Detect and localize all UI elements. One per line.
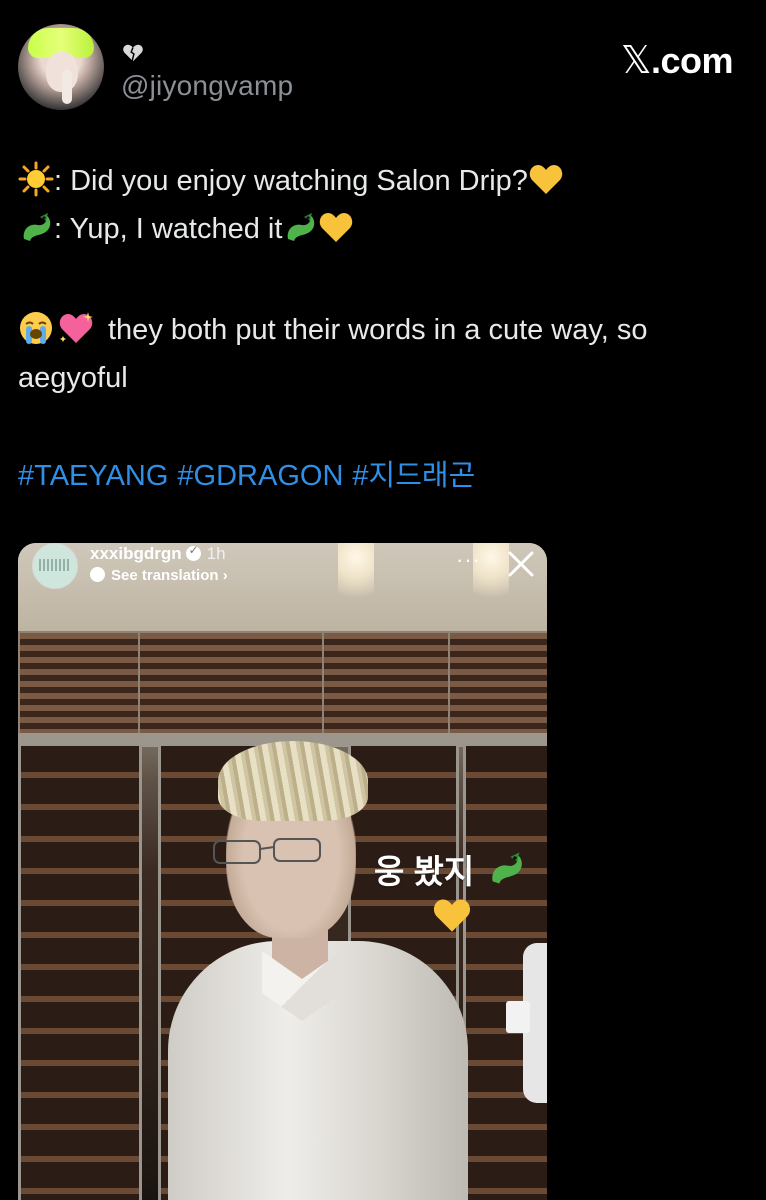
cup xyxy=(506,1001,530,1033)
hashtag-link[interactable]: #지드래곤 xyxy=(352,460,475,492)
sun-icon xyxy=(18,161,54,197)
story-avatar[interactable] xyxy=(32,543,78,589)
crying-face-icon xyxy=(20,312,52,345)
tweet-line-3-text: they both put their words in a cute way,… xyxy=(108,314,648,346)
louver-panel xyxy=(448,631,547,745)
see-translation-button[interactable]: See translation › xyxy=(90,567,228,584)
dragon-icon xyxy=(288,213,315,242)
tweet-line-2: : Yup, I watched it xyxy=(18,205,354,253)
louver-panel xyxy=(18,631,140,745)
yellow-heart-icon xyxy=(433,899,471,932)
story-header: xxxibgdrgn 1h See translation › ··· xyxy=(18,543,547,603)
tweet-line-1-text: : Did you enjoy watching Salon Drip? xyxy=(54,165,528,197)
dragon-icon xyxy=(492,852,522,884)
x-logo-icon: 𝕏 xyxy=(620,38,652,82)
broken-heart-icon xyxy=(123,44,143,62)
more-options-icon[interactable]: ··· xyxy=(456,547,481,573)
profile-avatar[interactable] xyxy=(18,24,104,110)
close-icon[interactable] xyxy=(506,549,536,579)
tweet-line-1: : Did you enjoy watching Salon Drip? xyxy=(18,157,564,205)
tweet-line-4: aegyoful xyxy=(18,362,128,394)
wine-cabinet xyxy=(18,743,142,1200)
hashtags: #TAEYANG #GDRAGON #지드래곤 xyxy=(18,452,484,494)
tweet-line-2-text: : Yup, I watched it xyxy=(54,213,283,245)
glasses xyxy=(213,838,321,864)
hashtag-link[interactable]: #GDRAGON xyxy=(177,460,343,492)
speech-bubble-icon xyxy=(90,567,105,582)
hashtag-link[interactable]: #TAEYANG xyxy=(18,460,168,492)
verified-icon xyxy=(185,543,201,561)
brand-suffix: .com xyxy=(650,40,734,81)
louver-panel xyxy=(138,631,324,745)
dragon-icon xyxy=(23,213,51,242)
yellow-heart-icon xyxy=(529,165,563,195)
story-sticker-text: 웅 봤지 xyxy=(374,853,475,890)
sparkling-heart-icon xyxy=(59,312,93,344)
story-username: xxxibgdrgn xyxy=(90,544,182,563)
story-image[interactable]: xxxibgdrgn 1h See translation › ··· 웅 봤지 xyxy=(18,543,547,1200)
chevron-right-icon: › xyxy=(222,567,228,584)
story-time: 1h xyxy=(206,544,226,563)
see-translation-label: See translation xyxy=(111,567,219,584)
user-handle[interactable]: @jiyongvamp xyxy=(121,70,293,102)
person-hair xyxy=(218,741,368,821)
tweet-line-3: they both put their words in a cute way,… xyxy=(18,306,647,354)
louver-panel xyxy=(322,631,450,745)
story-user[interactable]: xxxibgdrgn 1h xyxy=(90,543,226,564)
brand-logo: 𝕏.com xyxy=(620,38,734,82)
avatar-hand xyxy=(62,70,72,104)
yellow-heart-icon xyxy=(320,213,353,243)
